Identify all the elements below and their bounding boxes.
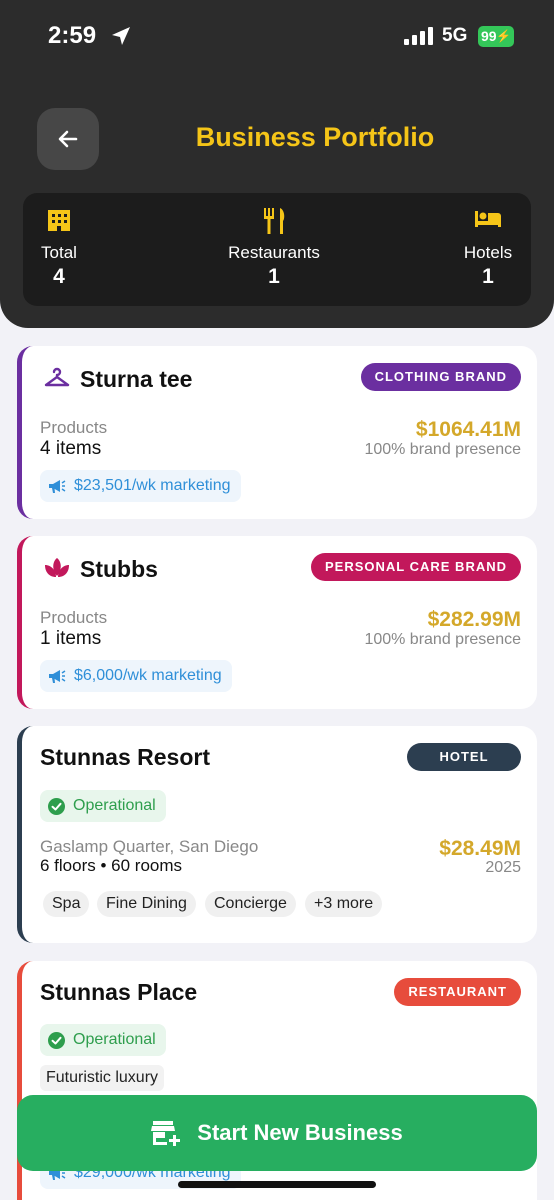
store-add-icon [151, 1121, 181, 1146]
battery-level: 99 [481, 28, 497, 44]
check-circle-icon [48, 1032, 65, 1049]
stat-value: 1 [268, 265, 280, 288]
location-arrow-icon [110, 25, 132, 52]
network-label: 5G [442, 25, 468, 46]
products-label: Products [40, 608, 108, 627]
business-card[interactable]: Sturna tee CLOTHING BRAND Products 4 ite… [17, 346, 537, 519]
business-name: Sturna tee [80, 366, 193, 392]
fork-knife-icon [219, 207, 329, 237]
category-badge: CLOTHING BRAND [360, 363, 521, 391]
header: 2:59 5G 99 ⚡ Business Portfolio Total 4 … [0, 0, 554, 328]
status-bar: 2:59 5G 99 ⚡ [0, 0, 554, 72]
megaphone-icon [49, 480, 66, 493]
brand-presence: 100% brand presence [364, 441, 521, 458]
status-text: Operational [73, 797, 156, 814]
stat-total: Total 4 [37, 207, 81, 289]
lotus-icon [44, 556, 70, 585]
products-label: Products [40, 418, 108, 437]
amenity-tag: Fine Dining [97, 891, 196, 917]
business-value: $28.49M [439, 837, 521, 860]
stat-label: Restaurants [228, 243, 320, 262]
bed-icon [459, 207, 517, 237]
status-time: 2:59 [48, 22, 97, 49]
stat-hotels: Hotels 1 [459, 207, 517, 289]
marketing-chip: $23,501/wk marketing [40, 470, 241, 502]
status-chip: Operational [40, 1024, 166, 1056]
amenity-tag: Concierge [205, 891, 296, 917]
battery-indicator: 99 ⚡ [478, 26, 514, 47]
products-value: 1 items [40, 628, 102, 649]
style-tag: Futuristic luxury [40, 1065, 165, 1091]
arrow-left-icon [58, 130, 78, 148]
category-badge: PERSONAL CARE BRAND [311, 553, 521, 581]
status-text: Operational [73, 1031, 156, 1048]
category-badge: RESTAURANT [394, 978, 521, 1006]
home-indicator [178, 1181, 376, 1188]
stat-value: 4 [53, 265, 65, 288]
business-name: Stunnas Resort [40, 744, 210, 770]
check-circle-icon [48, 798, 65, 815]
brand-presence: 100% brand presence [364, 631, 521, 648]
stats-panel: Total 4 Restaurants 1 Hotels 1 [23, 193, 531, 306]
marketing-text: $23,501/wk marketing [74, 477, 231, 494]
status-chip: Operational [40, 790, 166, 822]
business-card[interactable]: Stunnas Resort HOTEL Operational Gaslamp… [17, 726, 537, 943]
hotel-details: 6 floors • 60 rooms [40, 856, 183, 875]
charging-icon: ⚡ [496, 29, 511, 43]
stat-value: 1 [482, 265, 494, 288]
hanger-icon [44, 366, 70, 395]
business-value: $1064.41M [415, 418, 521, 441]
business-name: Stunnas Place [40, 979, 198, 1005]
marketing-chip: $6,000/wk marketing [40, 660, 232, 692]
start-new-business-button[interactable]: Start New Business [17, 1095, 537, 1171]
page-title: Business Portfolio [195, 122, 435, 152]
category-badge: HOTEL [407, 743, 521, 771]
location-text: Gaslamp Quarter, San Diego [40, 837, 259, 856]
stat-label: Total [41, 243, 77, 262]
more-amenities-tag[interactable]: +3 more [305, 891, 383, 917]
back-button[interactable] [37, 108, 99, 170]
megaphone-icon [49, 670, 66, 683]
stat-restaurants: Restaurants 1 [219, 207, 329, 289]
business-value: $282.99M [427, 608, 521, 631]
year-text: 2025 [485, 859, 521, 876]
marketing-text: $6,000/wk marketing [74, 667, 222, 684]
stat-label: Hotels [463, 243, 513, 262]
business-card[interactable]: Stubbs PERSONAL CARE BRAND Products 1 it… [17, 536, 537, 709]
business-name: Stubbs [80, 556, 158, 582]
signal-icon [404, 27, 434, 50]
cta-label: Start New Business [197, 1120, 403, 1145]
products-value: 4 items [40, 438, 102, 459]
amenity-tag: Spa [43, 891, 90, 917]
building-icon [37, 207, 81, 237]
